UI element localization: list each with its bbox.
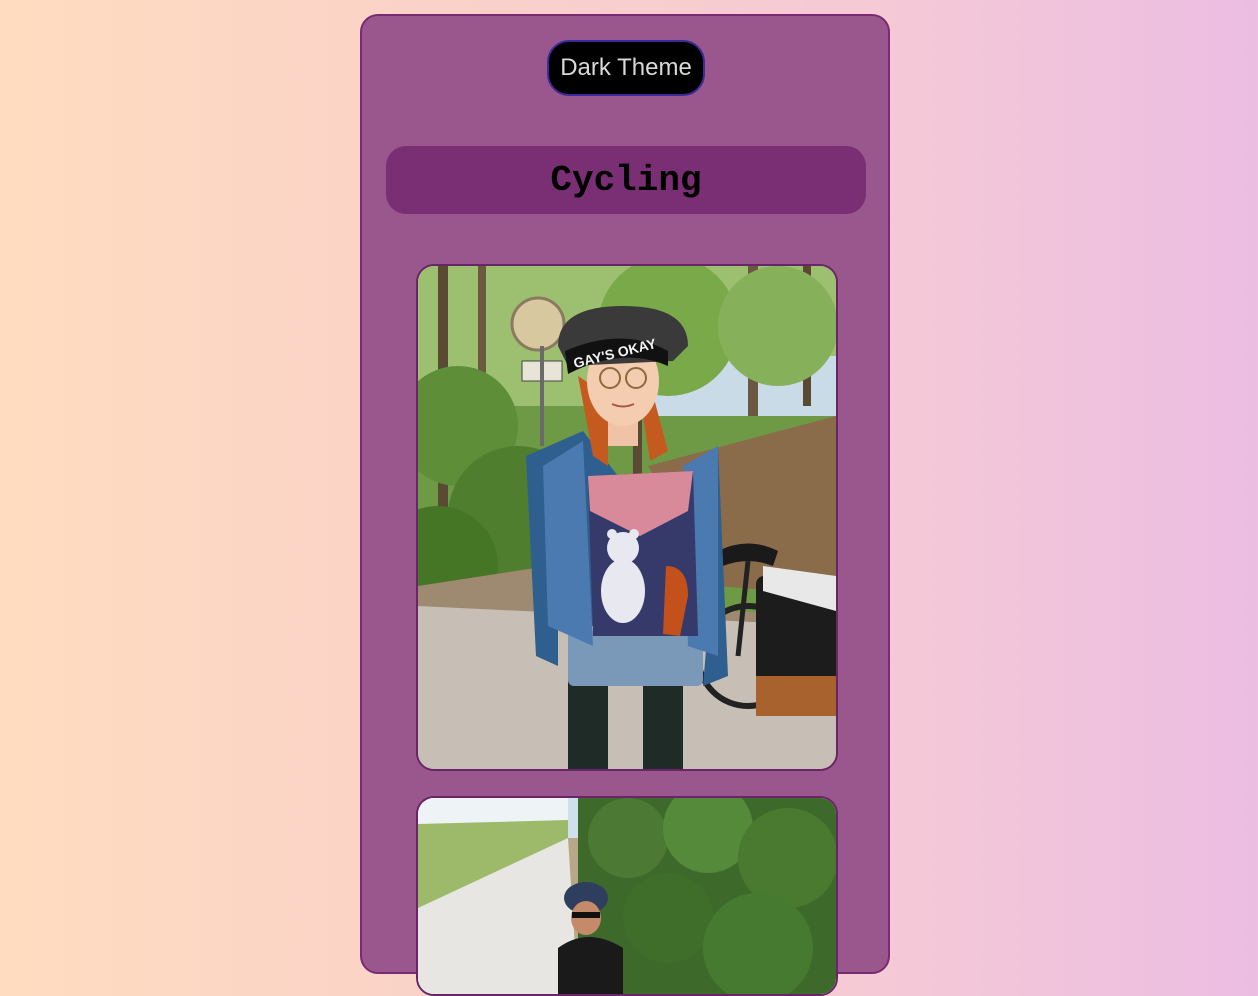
cyclist-portrait-image: GAY'S OKAY <box>418 266 836 769</box>
cycling-photo-1: GAY'S OKAY <box>416 264 838 771</box>
main-panel: Dark Theme Cycling GAY'S OKAY <box>360 14 890 996</box>
cyclist-on-path-image <box>418 798 836 994</box>
cycling-photo-2 <box>416 796 838 996</box>
dark-theme-toggle-button[interactable]: Dark Theme <box>547 40 705 96</box>
page-title: Cycling <box>550 159 702 201</box>
title-banner: Cycling <box>386 146 866 214</box>
